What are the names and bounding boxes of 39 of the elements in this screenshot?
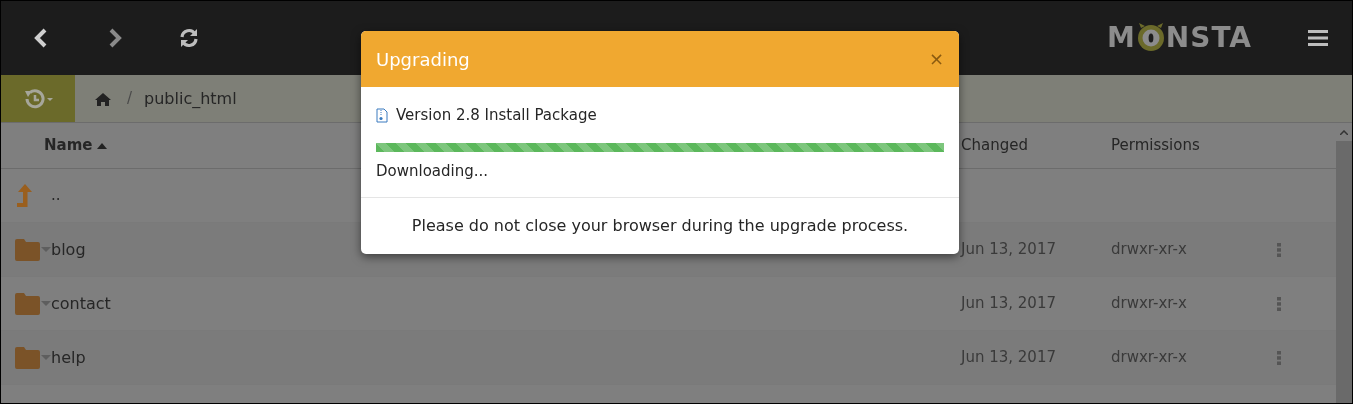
file-name: Version 2.8 Install Package (396, 105, 597, 126)
monster-eye-icon (1135, 22, 1166, 54)
breadcrumb-link[interactable]: public_html (144, 86, 237, 111)
date-text: Jun 13, 2017 (961, 348, 1056, 367)
close-button[interactable]: × (928, 50, 944, 68)
status-text: Downloading... (376, 160, 490, 182)
caret-icon[interactable] (41, 246, 51, 253)
column-header[interactable]: Permissions (1111, 134, 1200, 157)
breadcrumb-separator: / (127, 88, 133, 110)
logo-text: NSTA (1165, 24, 1252, 52)
scroll-up-icon[interactable] (1340, 129, 1348, 135)
more-options-icon[interactable] (1277, 242, 1281, 257)
column-header[interactable]: Changed (961, 134, 1028, 157)
permissions-text: drwxr-xr-x (1111, 240, 1187, 259)
folder-link[interactable]: help (51, 345, 86, 370)
column-header[interactable]: Name (44, 134, 93, 157)
refresh-icon[interactable] (177, 26, 201, 50)
folder-icon (13, 237, 41, 262)
zip-file-icon (376, 107, 388, 123)
more-options-icon[interactable] (1277, 350, 1281, 365)
date-text: Jun 13, 2017 (961, 240, 1056, 259)
warning-message: Please do not close your browser during the upgrade process. (411, 216, 909, 235)
permissions-text: drwxr-xr-x (1111, 294, 1187, 313)
more-options-icon[interactable] (1277, 296, 1281, 311)
home-icon[interactable] (95, 91, 111, 106)
caret-icon[interactable] (41, 354, 51, 361)
sort-ascending-icon (97, 142, 108, 149)
menu-icon[interactable] (1308, 29, 1328, 47)
folder-icon (13, 345, 41, 370)
permissions-text: drwxr-xr-x (1111, 348, 1187, 367)
parent-folder-link[interactable]: .. (51, 184, 61, 207)
dialog-title: Upgrading (376, 47, 470, 72)
folder-link[interactable]: blog (51, 237, 86, 262)
folder-link[interactable]: contact (51, 291, 111, 316)
caret-icon[interactable] (41, 300, 51, 307)
logo-text: M (1106, 24, 1136, 52)
folder-icon (13, 291, 41, 316)
date-text: Jun 13, 2017 (961, 294, 1056, 313)
history-button[interactable] (1, 75, 75, 122)
